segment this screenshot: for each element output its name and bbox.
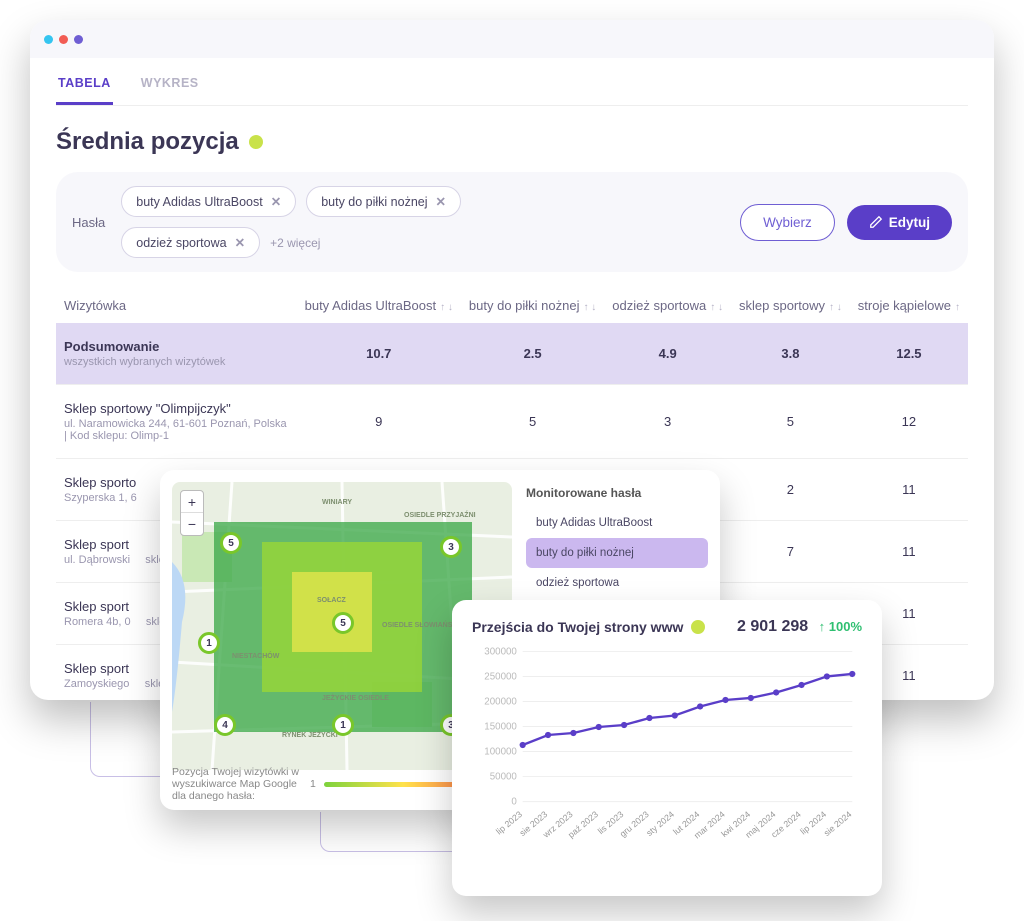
map-pin[interactable]: 5 [332, 612, 354, 634]
filter-chip[interactable]: odzież sportowa✕ [121, 227, 260, 258]
tabs: TABELA WYKRES [56, 58, 968, 106]
svg-text:RYNEK JEŻYCKI: RYNEK JEŻYCKI [282, 731, 338, 739]
chart-delta: ↑ 100% [819, 619, 862, 634]
col-header[interactable]: stroje kąpielowe↑ [850, 288, 968, 323]
svg-text:100000: 100000 [484, 746, 517, 757]
chart-area: 050000100000150000200000250000300000lip … [472, 642, 862, 855]
filter-bar: Hasła buty Adidas UltraBoost✕ buty do pi… [56, 172, 968, 272]
chart-card: Przejścia do Twojej strony www 2 901 298… [452, 600, 882, 896]
tab-wykres[interactable]: WYKRES [139, 76, 201, 105]
col-header[interactable]: odzież sportowa↑ ↓ [604, 288, 731, 323]
page-title: Średnia pozycja [56, 128, 968, 156]
keyword-row[interactable]: buty do piłki nożnej [526, 538, 708, 568]
filter-chip[interactable]: buty do piłki nożnej✕ [306, 186, 461, 217]
svg-text:SOŁACZ: SOŁACZ [317, 597, 347, 604]
map-pin[interactable]: 3 [440, 536, 462, 558]
svg-text:gru 2023: gru 2023 [618, 809, 651, 839]
info-icon[interactable] [249, 135, 263, 149]
col-header[interactable]: sklep sportowy↑ ↓ [731, 288, 850, 323]
connector-line [320, 812, 452, 852]
map-pin[interactable]: 1 [198, 632, 220, 654]
info-icon[interactable] [691, 620, 705, 634]
svg-text:250000: 250000 [484, 671, 517, 682]
connector-line [90, 702, 160, 777]
close-icon[interactable]: ✕ [436, 194, 446, 209]
window-dot [44, 35, 53, 44]
map-zoom: + − [180, 490, 204, 536]
svg-text:200000: 200000 [484, 696, 517, 707]
window-dot [74, 35, 83, 44]
map-pin[interactable]: 4 [214, 714, 236, 736]
filter-chip[interactable]: buty Adidas UltraBoost✕ [121, 186, 296, 217]
close-icon[interactable]: ✕ [235, 235, 245, 250]
svg-text:sie 2024: sie 2024 [822, 809, 854, 838]
keyword-row[interactable]: odzież sportowa [526, 568, 708, 598]
svg-text:sty 2024: sty 2024 [644, 809, 676, 838]
filter-chips: buty Adidas UltraBoost✕ buty do piłki no… [121, 186, 501, 258]
close-icon[interactable]: ✕ [271, 194, 281, 209]
monitored-keywords-title: Monitorowane hasła [526, 486, 708, 500]
chart-title: Przejścia do Twojej strony www [472, 619, 705, 635]
svg-text:300000: 300000 [484, 646, 517, 657]
keyword-row[interactable]: buty Adidas UltraBoost [526, 508, 708, 538]
summary-row: Podsumowaniewszystkich wybranych wizytów… [56, 323, 968, 385]
svg-text:WINIARY: WINIARY [322, 499, 352, 506]
svg-text:JEŻYCKIE OSIEDLE: JEŻYCKIE OSIEDLE [322, 694, 389, 702]
svg-text:OSIEDLE PRZYJAŹNI: OSIEDLE PRZYJAŹNI [404, 510, 476, 519]
svg-text:150000: 150000 [484, 721, 517, 732]
tab-tabela[interactable]: TABELA [56, 76, 113, 105]
zoom-out-button[interactable]: − [181, 513, 203, 535]
zoom-in-button[interactable]: + [181, 491, 203, 513]
col-header[interactable]: buty Adidas UltraBoost↑ ↓ [297, 288, 461, 323]
col-header[interactable]: Wizytówka [56, 288, 297, 323]
map-pin[interactable]: 1 [332, 714, 354, 736]
filter-label: Hasła [72, 215, 105, 230]
col-header[interactable]: buty do piłki nożnej↑ ↓ [461, 288, 604, 323]
filter-more[interactable]: +2 więcej [270, 236, 320, 250]
table-row[interactable]: Sklep sportowy "Olimpijczyk"ul. Naramowi… [56, 385, 968, 459]
chart-value: 2 901 298 [737, 618, 808, 635]
svg-text:0: 0 [511, 797, 517, 808]
edit-button[interactable]: Edytuj [847, 205, 952, 240]
map-pin[interactable]: 5 [220, 532, 242, 554]
svg-text:50000: 50000 [490, 771, 518, 782]
titlebar [30, 20, 994, 58]
svg-text:NIESTACHÓW: NIESTACHÓW [232, 651, 280, 660]
select-button[interactable]: Wybierz [740, 204, 835, 241]
map-legend-text: Pozycja Twojej wizytówki w wyszukiwarce … [172, 766, 302, 802]
window-dot [59, 35, 68, 44]
pencil-icon [869, 215, 883, 229]
legend-min: 1 [310, 778, 316, 790]
